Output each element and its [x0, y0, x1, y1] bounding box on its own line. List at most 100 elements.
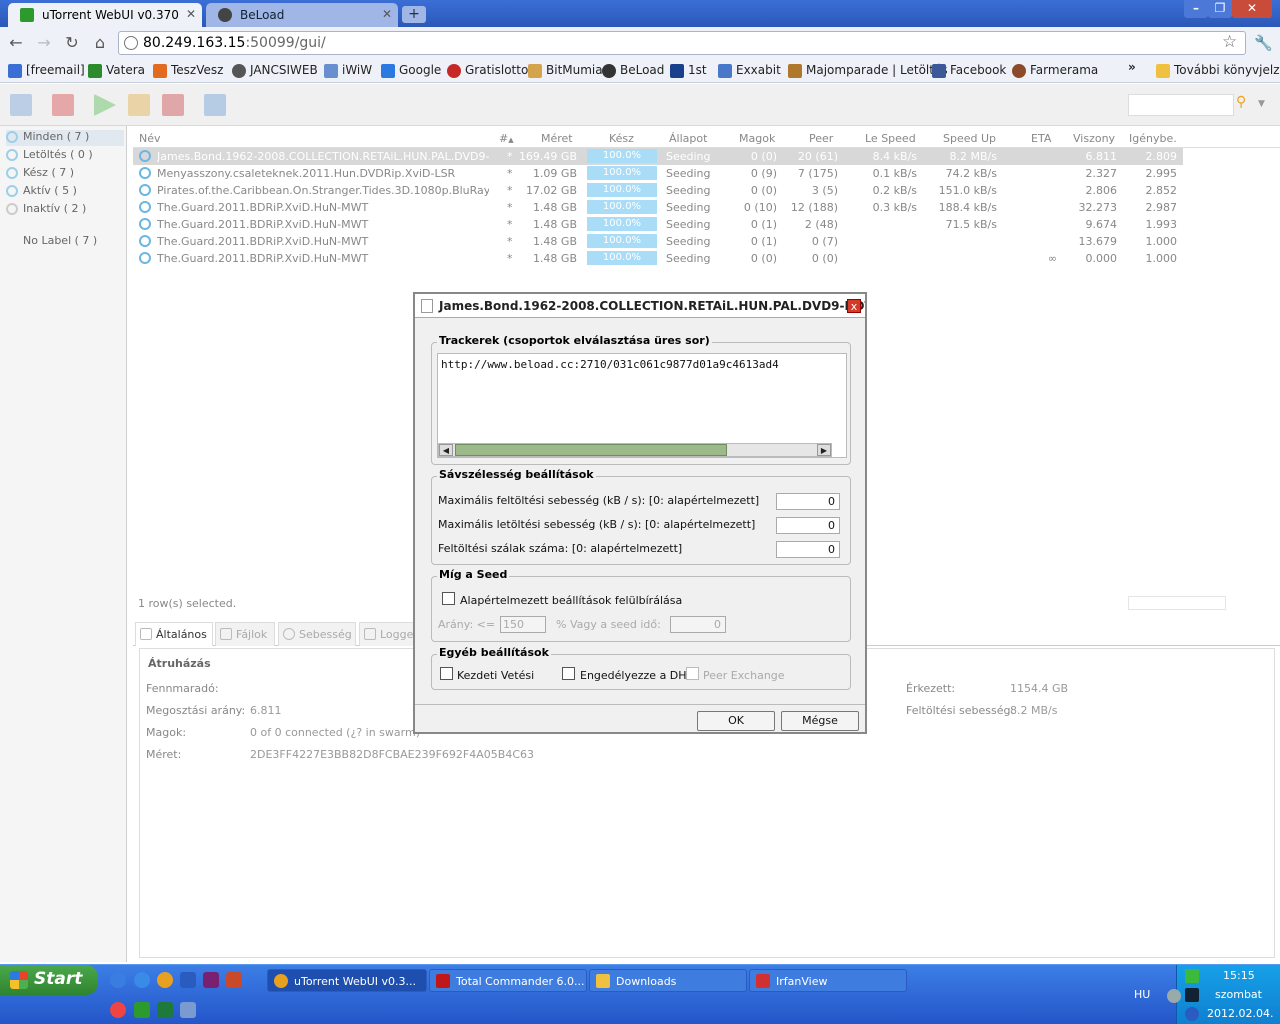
- scroll-left-icon[interactable]: ◀: [439, 444, 453, 456]
- v2-tray-icon[interactable]: [1185, 988, 1199, 1002]
- settings-icon[interactable]: [204, 94, 226, 116]
- window-close-button[interactable]: ✕: [1232, 0, 1272, 18]
- network-tray-icon[interactable]: [1185, 1007, 1199, 1021]
- minimize-button[interactable]: –: [1184, 0, 1208, 18]
- col-status[interactable]: Állapot: [669, 132, 707, 145]
- tab-general[interactable]: Általános: [135, 622, 213, 646]
- new-tab-button[interactable]: +: [402, 6, 426, 23]
- horizontal-scrollbar[interactable]: ◀ ▶: [438, 443, 832, 457]
- tab-speed[interactable]: Sebesség: [278, 622, 356, 646]
- scroll-right-icon[interactable]: ▶: [817, 444, 831, 456]
- language-indicator[interactable]: HU: [1134, 988, 1150, 1001]
- show-hidden-icons-icon[interactable]: [1167, 989, 1181, 1003]
- col-down-speed[interactable]: Le Speed: [865, 132, 916, 145]
- bookmark-beload[interactable]: BeLoad: [602, 63, 664, 78]
- bookmark-1st[interactable]: 1st: [670, 63, 707, 78]
- override-defaults-checkbox[interactable]: [442, 592, 455, 605]
- word-icon[interactable]: [180, 972, 196, 988]
- total-commander-icon[interactable]: [203, 972, 219, 988]
- col-done[interactable]: Kész: [609, 132, 634, 145]
- close-tab-icon[interactable]: ✕: [382, 7, 392, 21]
- utorrent-tray-icon[interactable]: [1185, 969, 1199, 983]
- tab-logger[interactable]: Logger: [359, 622, 419, 646]
- bookmark-star-icon[interactable]: ☆: [1222, 32, 1237, 52]
- start-icon[interactable]: [94, 94, 116, 116]
- internet-explorer-icon[interactable]: [134, 972, 150, 988]
- search-dropdown-icon[interactable]: ▼: [1258, 99, 1265, 109]
- col-peers[interactable]: Peer: [809, 132, 833, 145]
- category-completed[interactable]: Kész ( 7 ): [6, 166, 74, 182]
- category-inactive[interactable]: Inaktív ( 2 ): [6, 202, 86, 218]
- dialog-close-button[interactable]: x: [847, 299, 861, 313]
- bookmark-farmerama[interactable]: Farmerama: [1012, 63, 1098, 78]
- quicklaunch-app-icon[interactable]: [226, 972, 242, 988]
- media-player-icon[interactable]: [157, 972, 173, 988]
- search-input[interactable]: [1128, 94, 1234, 116]
- seed-time-input[interactable]: 0: [670, 616, 726, 633]
- bookmark-exxabit[interactable]: Exxabit: [718, 63, 781, 78]
- stop-icon[interactable]: [162, 94, 184, 116]
- col-name[interactable]: Név: [139, 132, 161, 145]
- table-row[interactable]: Menyasszony.csaleteknek.2011.Hun.DVDRip.…: [133, 165, 1183, 182]
- scrollbar-thumb[interactable]: [455, 444, 727, 456]
- tab-beload[interactable]: BeLoad ✕: [206, 3, 398, 27]
- enable-dht-checkbox[interactable]: [562, 667, 575, 680]
- tab-files[interactable]: Fájlok: [215, 622, 275, 646]
- bookmark-google[interactable]: Google: [381, 63, 441, 78]
- bookmark-facebook[interactable]: Facebook: [932, 63, 1006, 78]
- reload-icon[interactable]: ↻: [62, 33, 82, 53]
- initial-seeding-checkbox[interactable]: [440, 667, 453, 680]
- pause-icon[interactable]: [128, 94, 150, 116]
- table-row[interactable]: Pirates.of.the.Caribbean.On.Stranger.Tid…: [133, 182, 1183, 199]
- bookmark-teszvesz[interactable]: TeszVesz: [153, 63, 223, 78]
- taskbar-downloads[interactable]: Downloads: [589, 969, 747, 992]
- bookmark-bitmumia[interactable]: BitMumia: [528, 63, 603, 78]
- address-bar[interactable]: 80.249.163.15:50099/gui/: [118, 31, 1246, 55]
- add-torrent-icon[interactable]: [10, 94, 32, 116]
- max-download-input[interactable]: 0: [776, 517, 840, 534]
- label-none[interactable]: No Label ( 7 ): [6, 234, 97, 250]
- bookmark-jancsiweb[interactable]: JANCSIWEB: [232, 63, 318, 78]
- col-up-speed[interactable]: Speed Up: [943, 132, 996, 145]
- page-select[interactable]: [1128, 596, 1226, 610]
- table-row[interactable]: The.Guard.2011.BDRiP.XviD.HuN-MWT * 1.48…: [133, 216, 1183, 233]
- category-active[interactable]: Aktív ( 5 ): [6, 184, 77, 200]
- remove-torrent-icon[interactable]: [52, 94, 74, 116]
- ok-button[interactable]: OK: [697, 711, 775, 731]
- peer-exchange-checkbox[interactable]: [686, 667, 699, 680]
- start-button[interactable]: Start: [0, 965, 98, 995]
- col-availability[interactable]: Igénybe.: [1129, 132, 1177, 145]
- bookmark-gratislotto[interactable]: Gratislotto: [447, 63, 528, 78]
- cancel-button[interactable]: Mégse: [781, 711, 859, 731]
- upload-slots-input[interactable]: 0: [776, 541, 840, 558]
- close-tab-icon[interactable]: ✕: [186, 7, 196, 21]
- ratio-limit-input[interactable]: 150: [500, 616, 546, 633]
- other-bookmarks-folder[interactable]: További könyvjelzők: [1156, 63, 1280, 78]
- col-eta[interactable]: ETA: [1031, 132, 1051, 145]
- quicklaunch-settings-icon[interactable]: [110, 972, 126, 988]
- bookmark-majomparade[interactable]: Majomparade | Letöltés: [788, 63, 948, 78]
- tab-utorrent[interactable]: uTorrent WebUI v0.370 ✕: [8, 3, 202, 27]
- maximize-button[interactable]: ❐: [1208, 0, 1232, 18]
- category-downloading[interactable]: Letöltés ( 0 ): [6, 148, 93, 164]
- table-row[interactable]: The.Guard.2011.BDRiP.XviD.HuN-MWT * 1.48…: [133, 233, 1183, 250]
- bookmark-vatera[interactable]: Vatera: [88, 63, 145, 78]
- taskbar-irfanview[interactable]: IrfanView: [749, 969, 907, 992]
- utorrent-icon[interactable]: [134, 1002, 150, 1018]
- col-number[interactable]: #▲: [499, 132, 514, 145]
- excel-icon[interactable]: [157, 1002, 173, 1018]
- back-arrow-icon[interactable]: ←: [6, 33, 26, 53]
- table-row[interactable]: James.Bond.1962-2008.COLLECTION.RETAiL.H…: [133, 148, 1183, 165]
- forward-arrow-icon[interactable]: →: [34, 33, 54, 53]
- col-ratio[interactable]: Viszony: [1073, 132, 1115, 145]
- table-row[interactable]: The.Guard.2011.BDRiP.XviD.HuN-MWT * 1.48…: [133, 250, 1183, 267]
- notepad-icon[interactable]: [180, 1002, 196, 1018]
- search-icon[interactable]: ⚲: [1236, 94, 1256, 116]
- bookmark-freemail[interactable]: [freemail]: [8, 63, 85, 78]
- max-upload-input[interactable]: 0: [776, 493, 840, 510]
- taskbar-total-commander[interactable]: Total Commander 6.0...: [429, 969, 587, 992]
- chrome-icon[interactable]: [110, 1002, 126, 1018]
- table-row[interactable]: The.Guard.2011.BDRiP.XviD.HuN-MWT * 1.48…: [133, 199, 1183, 216]
- bookmark-iwiw[interactable]: iWiW: [324, 63, 372, 78]
- taskbar-utorrent[interactable]: uTorrent WebUI v0.3...: [267, 969, 427, 992]
